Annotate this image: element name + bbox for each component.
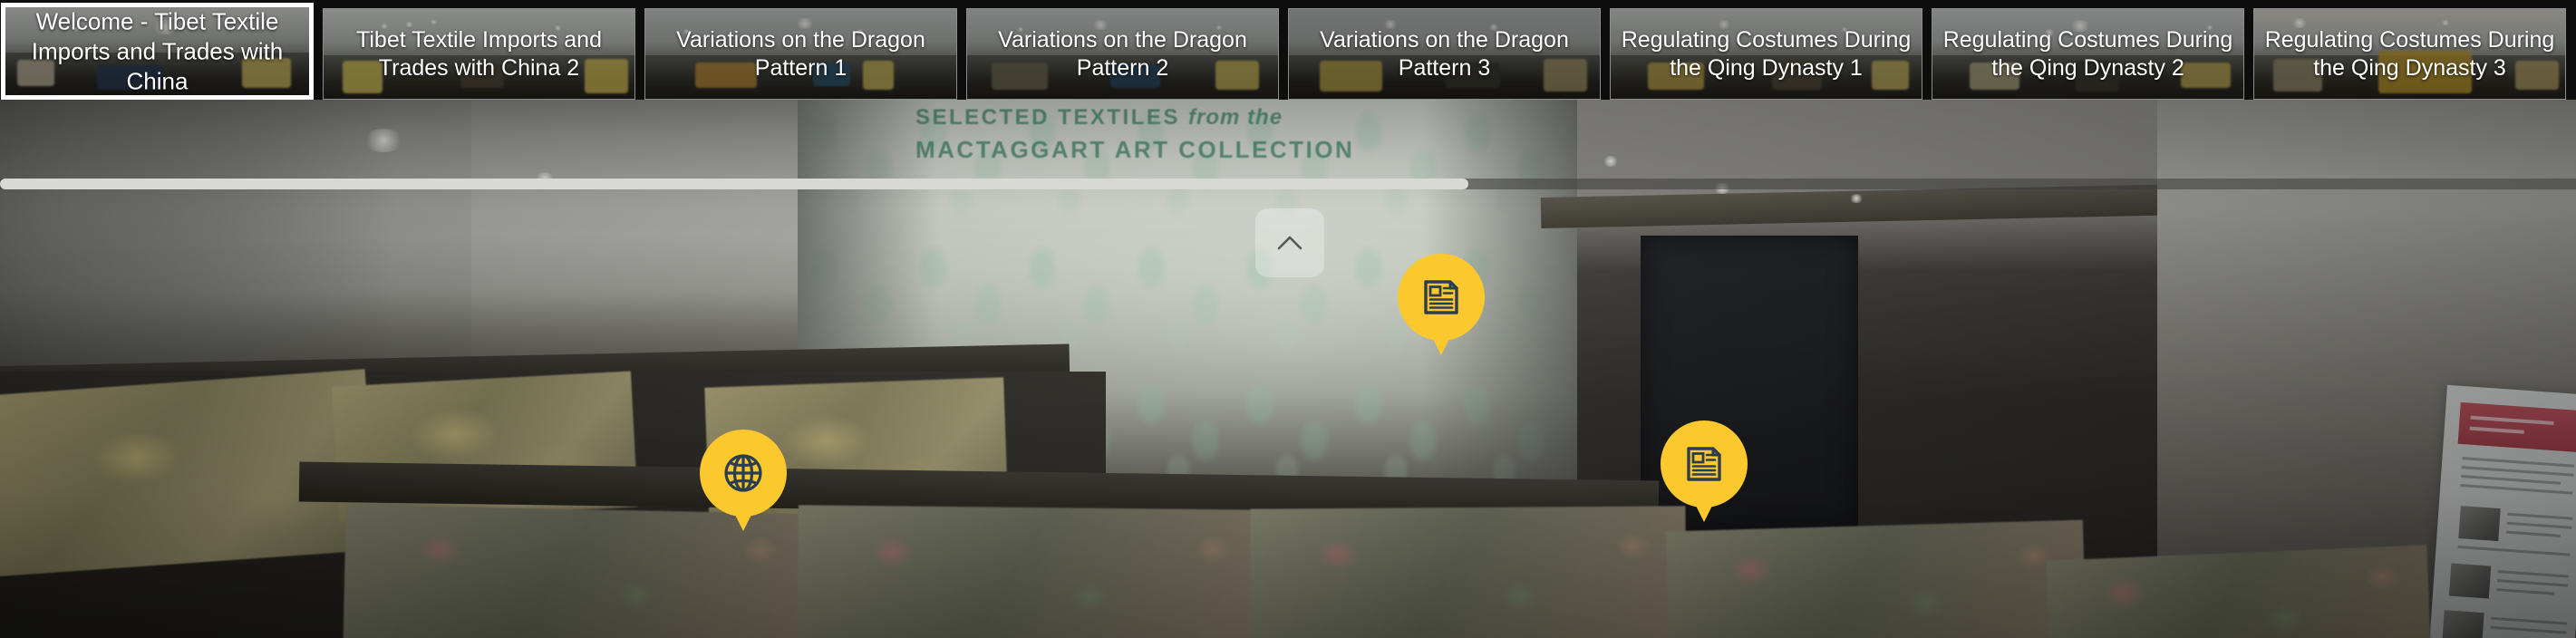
thumbnail-label: Variations on the Dragon Pattern 3 xyxy=(1320,26,1569,81)
filmstrip-scrollbar-thumb[interactable] xyxy=(0,179,1468,189)
thumbnail-label: Tibet Textile Imports and Trades with Ch… xyxy=(356,26,602,81)
thumbnail-label: Welcome - Tibet Textile Imports and Trad… xyxy=(31,7,284,94)
filmstrip-thumbnail[interactable]: Variations on the Dragon Pattern 2 xyxy=(966,8,1279,100)
filmstrip-thumbnail[interactable]: Variations on the Dragon Pattern 1 xyxy=(644,8,957,100)
info-panel-header xyxy=(2457,401,2576,453)
scene-filmstrip[interactable]: Welcome - Tibet Textile Imports and Trad… xyxy=(0,0,2576,100)
thumbnail-label: Variations on the Dragon Pattern 2 xyxy=(998,26,1247,81)
wall-signage-text: SELECTED TEXTILES from the MACTAGGART AR… xyxy=(915,105,1550,164)
filmstrip-thumbnail[interactable]: Regulating Costumes During the Qing Dyna… xyxy=(1610,8,1922,100)
filmstrip-thumbnail[interactable]: Welcome - Tibet Textile Imports and Trad… xyxy=(1,3,314,100)
exhibit-info-panel xyxy=(2429,384,2576,638)
thumbnail-label: Variations on the Dragon Pattern 1 xyxy=(676,26,925,81)
hotspot-globe[interactable] xyxy=(700,430,787,531)
filmstrip-scrollbar[interactable] xyxy=(0,179,2576,189)
thumbnail-label: Regulating Costumes During the Qing Dyna… xyxy=(1621,26,1912,81)
filmstrip-thumbnail[interactable]: Tibet Textile Imports and Trades with Ch… xyxy=(323,8,635,100)
globe-icon xyxy=(720,450,767,497)
wall-signage-line1-b: from the xyxy=(1188,105,1283,130)
textile-artifact xyxy=(1250,506,1687,638)
ceiling-light xyxy=(363,129,404,152)
filmstrip-thumbnail[interactable]: Regulating Costumes During the Qing Dyna… xyxy=(1932,8,2244,100)
chevron-up-icon xyxy=(1255,225,1324,261)
panorama-tour-app: SELECTED TEXTILES from the MACTAGGART AR… xyxy=(0,0,2576,638)
wall-signage-line1-a: SELECTED TEXTILES xyxy=(915,105,1180,130)
hotspot-document[interactable] xyxy=(1661,420,1748,522)
wall-signage-line2: MACTAGGART ART COLLECTION xyxy=(915,136,1355,163)
collapse-filmstrip-button[interactable] xyxy=(1255,208,1324,277)
document-icon xyxy=(1680,440,1728,488)
thumbnail-label: Regulating Costumes During the Qing Dyna… xyxy=(2264,26,2555,81)
ceiling-light xyxy=(1603,156,1619,167)
hotspot-document[interactable] xyxy=(1398,254,1485,355)
filmstrip-thumbnail[interactable]: Variations on the Dragon Pattern 3 xyxy=(1288,8,1601,100)
thumbnail-label: Regulating Costumes During the Qing Dyna… xyxy=(1942,26,2233,81)
document-icon xyxy=(1418,274,1465,321)
textile-artifact xyxy=(797,505,1270,638)
textile-artifact xyxy=(2046,545,2432,638)
textile-artifact xyxy=(1665,519,2087,638)
ceiling-light xyxy=(1849,194,1864,203)
filmstrip-thumbnail[interactable]: Regulating Costumes During the Qing Dyna… xyxy=(2253,8,2566,100)
